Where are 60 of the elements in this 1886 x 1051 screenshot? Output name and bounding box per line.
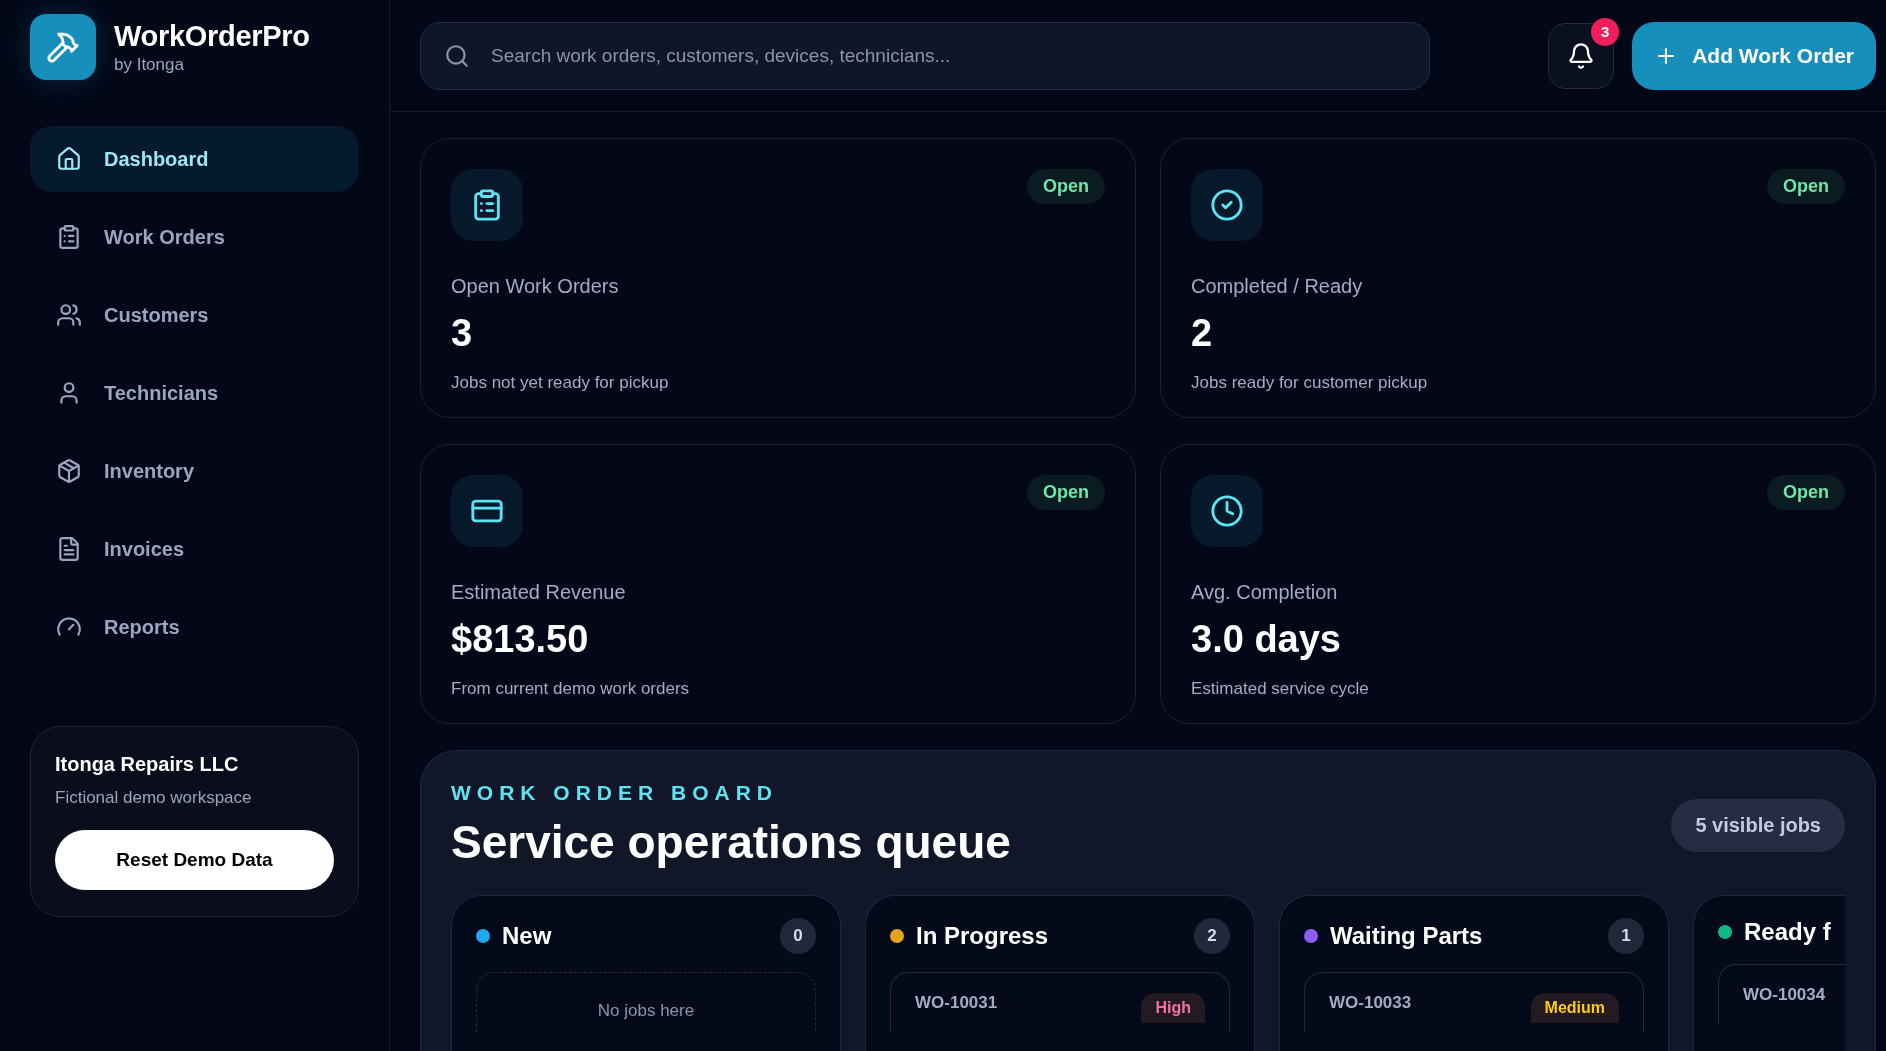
job-id: WO-10031 [915,993,998,1013]
nav-item[interactable]: Customers [30,282,359,348]
board-eyebrow: WORK ORDER BOARD [451,781,779,805]
status-badge: Open [1027,169,1105,204]
add-work-order-button[interactable]: Add Work Order [1632,21,1876,90]
stat-label: Estimated Revenue [451,581,627,604]
column-title: In Progress [916,922,1050,950]
status-badge: Open [1027,475,1105,510]
clipboard-icon [56,224,82,250]
nav-item[interactable]: Inventory [30,438,359,504]
nav-item[interactable]: Technicians [30,360,359,426]
column-title: Ready f [1744,918,1832,946]
column-title: Waiting Parts [1330,922,1484,950]
stat-value: 2 [1191,312,1214,355]
nav-item[interactable]: Reports [30,594,359,660]
stat-note: From current demo work orders [451,679,691,699]
workspace-name: Itonga Repairs LLC [55,753,240,776]
job-card[interactable]: WO-10034 [1718,964,1845,1024]
stat-note: Jobs ready for customer pickup [1191,373,1429,393]
job-card[interactable]: WO-10031 High [890,972,1230,1032]
nav-item[interactable]: Dashboard [30,126,359,192]
search-icon [444,42,470,69]
stat-note: Estimated service cycle [1191,679,1370,699]
box-icon [56,458,82,484]
column-count: 2 [1194,918,1230,954]
status-badge: Open [1767,169,1845,204]
hammer-icon [46,30,80,64]
job-id: WO-10034 [1743,985,1826,1005]
column-count: 0 [780,918,816,954]
users-icon [56,302,82,328]
check-circle-icon [1210,188,1244,222]
board-title: Service operations queue [451,815,1011,869]
stat-value: $813.50 [451,618,590,661]
job-id: WO-10033 [1329,993,1412,1013]
status-badge: Open [1767,475,1845,510]
empty-message: No jobs here [597,1001,695,1020]
document-icon [56,536,82,562]
clock-icon [1210,494,1244,528]
stat-value: 3 [451,312,474,355]
reset-button[interactable]: Reset Demo Data [55,830,334,890]
priority-tag: High [1141,993,1205,1023]
stat-label: Open Work Orders [451,275,620,298]
priority-tag: Medium [1530,993,1619,1023]
stat-label: Avg. Completion [1191,581,1339,604]
column-count: 1 [1608,918,1644,954]
nav-item[interactable]: Invoices [30,516,359,582]
column-title: New [502,922,553,950]
stat-note: Jobs not yet ready for pickup [451,373,670,393]
workspace-description: Fictional demo workspace [55,788,253,808]
app-byline: by Itonga [114,54,185,75]
job-card[interactable]: WO-10033 Medium [1304,972,1644,1032]
app-name: WorkOrderPro [114,19,310,53]
home-icon [56,146,82,172]
stat-label: Completed / Ready [1191,275,1364,298]
nav-item[interactable]: Work Orders [30,204,359,270]
stat-value: 3.0 days [1191,618,1342,661]
search-field[interactable]: Search work orders, customers, devices, technicians... [420,21,1431,90]
notification-count: 3 [1591,17,1620,46]
job-count: 5 visible jobs [1671,798,1845,852]
bell-icon [1567,41,1596,70]
